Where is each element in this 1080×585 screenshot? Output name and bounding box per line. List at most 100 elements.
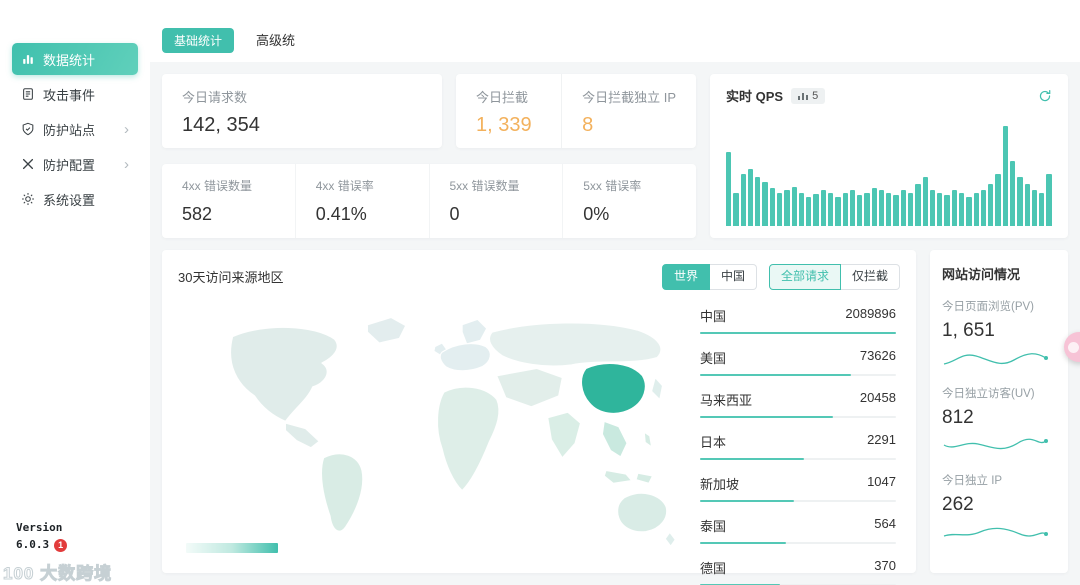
qps-bar <box>871 187 877 226</box>
qps-bar <box>1024 183 1030 226</box>
country-bar-track <box>700 457 896 460</box>
qps-bar <box>900 190 907 226</box>
visit-metric-value: 812 <box>942 407 974 428</box>
visit-metrics: 今日页面浏览(PV) 1, 651 今日独立访客(UV) 812 今日独立 IP 262 <box>942 298 1056 544</box>
country-name: 德国 <box>700 560 727 576</box>
type-toggle-group: 全部请求 仅拦截 <box>768 264 900 290</box>
qps-bar <box>776 193 783 226</box>
country-row: 德国 370 <box>700 550 896 585</box>
error-stat-value: 582 <box>182 204 213 224</box>
blocked-ip-stat: 今日拦截独立 IP 8 <box>561 74 696 148</box>
visit-metric-value: 262 <box>942 494 974 515</box>
map-region-central-asia <box>496 367 563 407</box>
requests-label: 今日请求数 <box>182 90 248 105</box>
sidebar-item-protection-config[interactable]: 防护配置 › <box>12 148 138 180</box>
map-body: 中国 2089896 美国 73626 马来西亚 20458 日本 2291 新加坡 1047 泰国… <box>178 296 900 585</box>
sidebar-item-label: 防护配置 <box>43 157 96 173</box>
qps-bar <box>827 193 834 226</box>
sidebar-item-label: 数据统计 <box>43 52 96 68</box>
tab-advanced-statistics[interactable]: 高级统 <box>254 26 297 53</box>
version-info: Version 6.0.3 1 <box>16 520 68 553</box>
visit-metric-label: 今日页面浏览(PV) <box>942 301 1034 313</box>
bottom-section: 30天访问来源地区 世界 中国 全部请求 仅拦截 中国 2089896 美国 7… <box>162 250 1068 585</box>
map-region-russia <box>488 321 662 367</box>
qps-bar <box>1046 173 1052 226</box>
error-stat-label: 4xx 错误数量 <box>182 179 253 193</box>
qps-bar <box>915 183 921 226</box>
refresh-icon[interactable] <box>1038 89 1052 103</box>
country-bar <box>700 331 896 334</box>
map-title: 30天访问来源地区 <box>178 270 284 286</box>
qps-bar <box>842 193 848 226</box>
errors-card: 4xx 错误数量 582 4xx 错误率 0.41% 5xx 错误数量 0 5xx 错误率 0… <box>162 164 696 238</box>
chevron-right-icon: › <box>124 155 129 173</box>
error-stat-label: 4xx 错误率 <box>315 179 374 193</box>
error-stat-value: 0% <box>583 204 610 224</box>
map-region-scandinavia <box>461 318 488 345</box>
sidebar-item-data-statistics[interactable]: 数据统计 <box>12 43 138 75</box>
qps-bar <box>980 190 987 226</box>
watermark: 100 大数跨境 <box>2 564 113 584</box>
qps-badge: 5 <box>791 87 826 104</box>
country-name: 日本 <box>700 434 727 450</box>
sidebar-item-attack-events[interactable]: 攻击事件 <box>12 78 138 110</box>
qps-chart <box>726 117 1052 226</box>
sidebar-item-protected-sites[interactable]: 防护站点 › <box>12 113 138 145</box>
error-stat-2: 5xx 错误数量 0 <box>430 164 564 238</box>
error-stat-1: 4xx 错误率 0.41% <box>296 164 430 238</box>
requests-card: 今日请求数 142, 354 <box>162 74 442 148</box>
country-bar <box>700 415 834 418</box>
qps-bar <box>995 173 1001 226</box>
qps-bar <box>784 190 790 226</box>
map-region-se-asia <box>601 420 628 457</box>
country-row: 新加坡 1047 <box>700 466 896 508</box>
qps-bar <box>849 190 856 226</box>
map-region-indonesia-east <box>635 472 654 484</box>
country-row: 美国 73626 <box>700 340 896 382</box>
tab-basic-statistics[interactable]: 基础统计 <box>162 28 235 53</box>
error-stat-label: 5xx 错误数量 <box>449 179 520 193</box>
widget-icon <box>1067 341 1079 353</box>
country-bar-track <box>700 499 896 502</box>
map-region-china <box>581 362 646 414</box>
map-region-north-america <box>230 326 338 422</box>
chevron-right-icon: › <box>124 120 129 138</box>
qps-card: 实时 QPS 5 <box>710 74 1068 238</box>
toggle-all-requests[interactable]: 全部请求 <box>768 264 841 290</box>
country-bar-track <box>700 415 896 418</box>
qps-badge-value: 5 <box>812 89 819 102</box>
main-area: 基础统计 高级统 今日请求数 142, 354 今日拦截 1, 339 今日拦截… <box>150 0 1080 585</box>
error-stat-3: 5xx 错误率 0% <box>563 164 696 238</box>
update-badge[interactable]: 1 <box>54 538 68 552</box>
sidebar-item-system-settings[interactable]: 系统设置 <box>12 183 138 215</box>
qps-bar <box>791 186 797 226</box>
sidebar-item-label: 系统设置 <box>43 192 96 208</box>
map-region-japan <box>651 376 664 400</box>
country-bar <box>700 457 804 460</box>
map-region-greenland <box>366 316 407 344</box>
toggle-world[interactable]: 世界 <box>661 264 710 290</box>
country-row: 中国 2089896 <box>700 298 896 340</box>
content: 今日请求数 142, 354 今日拦截 1, 339 今日拦截独立 IP 8 4… <box>150 62 1080 585</box>
country-bar <box>700 373 851 376</box>
visit-metric-0: 今日页面浏览(PV) 1, 651 <box>942 298 1056 370</box>
visit-metric-1: 今日独立访客(UV) 812 <box>942 385 1056 457</box>
world-map <box>178 296 688 559</box>
country-name: 泰国 <box>700 518 727 534</box>
map-region-central-america <box>284 422 320 448</box>
map-legend-gradient <box>186 543 278 553</box>
map-region-europe <box>439 342 491 371</box>
sparkline <box>943 527 1048 537</box>
qps-bar <box>937 193 943 226</box>
map-region-africa <box>437 386 500 491</box>
toggle-china[interactable]: 中国 <box>709 264 757 290</box>
country-value: 20458 <box>859 389 896 405</box>
country-bar-track <box>700 331 896 334</box>
gear-icon <box>21 192 35 206</box>
error-stat-0: 4xx 错误数量 582 <box>162 164 296 238</box>
country-row: 日本 2291 <box>700 424 896 466</box>
map-region-new-zealand <box>664 531 676 547</box>
visit-metric-label: 今日独立 IP <box>942 475 1003 487</box>
visit-metric-value: 1, 651 <box>942 320 995 341</box>
toggle-blocked-only[interactable]: 仅拦截 <box>840 264 900 290</box>
